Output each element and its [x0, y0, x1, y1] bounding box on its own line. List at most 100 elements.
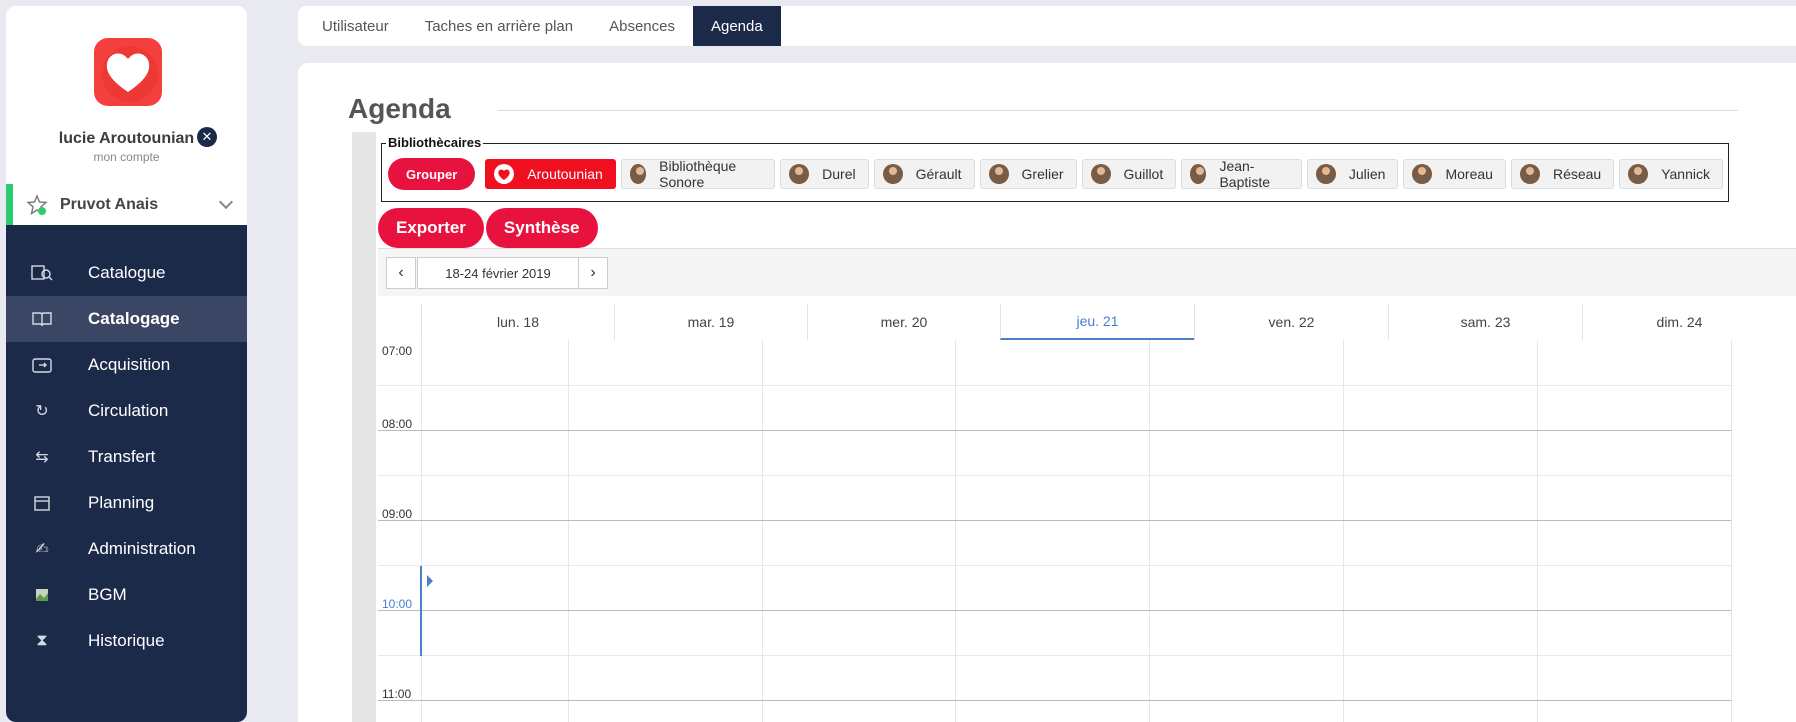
tab-agenda[interactable]: Agenda [692, 6, 781, 46]
avatar [494, 164, 515, 184]
librarian-name: Moreau [1445, 166, 1493, 182]
day-column-line [762, 340, 763, 722]
avatar [882, 164, 903, 184]
calendar-toolbar: ‹ 18-24 février 2019 › [378, 248, 1796, 296]
current-time-arrow-icon [427, 575, 433, 587]
tab-utilisateur[interactable]: Utilisateur [304, 6, 407, 46]
day-header[interactable]: mar. 19 [614, 304, 807, 340]
librarian-chip[interactable]: Durel [780, 159, 869, 189]
librarian-name: Grelier [1021, 166, 1064, 182]
day-header[interactable]: lun. 18 [421, 304, 614, 340]
librarian-chip[interactable]: Réseau [1510, 159, 1615, 189]
hour-line [378, 520, 1731, 521]
librarian-chip[interactable]: Gérault [873, 159, 975, 189]
hour-line [378, 700, 1731, 701]
avatar [1190, 164, 1207, 184]
main-panel: Agenda Bibliothècaires Grouper Aroutouni… [298, 63, 1796, 722]
sidebar-item-historique[interactable]: ⧗ Historique [6, 618, 247, 664]
avatar [1315, 164, 1336, 184]
day-column-line [568, 340, 569, 722]
sidebar-header: lucie Aroutounian ✕ mon compte Pruvot An… [6, 6, 247, 225]
calendar: ‹ 18-24 février 2019 › lun. 18 mar. 19 m… [378, 248, 1796, 722]
top-tabs: Utilisateur Taches en arrière plan Absen… [298, 6, 1796, 46]
sidebar-item-label: Catalogue [88, 263, 166, 282]
day-header[interactable]: dim. 24 [1582, 304, 1776, 340]
chevron-down-icon[interactable] [218, 194, 234, 210]
export-button[interactable]: Exporter [378, 208, 484, 248]
librarian-name: Yannick [1661, 166, 1710, 182]
librarian-chip[interactable]: Yannick [1619, 159, 1723, 189]
day-column-line [1343, 340, 1344, 722]
catalog-search-icon [31, 262, 53, 284]
librarian-chip[interactable]: Moreau [1403, 159, 1506, 189]
hour-line [378, 610, 1731, 611]
sidebar-item-label: Planning [88, 493, 155, 512]
heart-logo-icon [94, 38, 162, 106]
sidebar-item-catalogue[interactable]: Catalogue [6, 250, 247, 296]
action-buttons: Exporter Synthèse [378, 208, 600, 248]
day-header[interactable]: sam. 23 [1388, 304, 1582, 340]
librarian-chip[interactable]: Bibliothèque Sonore [620, 158, 776, 190]
calendar-day-headers: lun. 18 mar. 19 mer. 20 jeu. 21 ven. 22 … [378, 296, 1796, 340]
day-header-today[interactable]: jeu. 21 [1000, 304, 1194, 340]
avatar [1628, 164, 1649, 184]
time-label: 11:00 [382, 687, 412, 701]
librarian-chip[interactable]: Aroutounian [485, 159, 616, 189]
librarians-legend: Bibliothècaires [386, 135, 484, 150]
day-header[interactable]: mer. 20 [807, 304, 1000, 340]
librarian-name: Gérault [915, 166, 962, 182]
hour-line [378, 430, 1731, 431]
tab-absences[interactable]: Absences [591, 6, 693, 46]
sidebar-item-acquisition[interactable]: Acquisition [6, 342, 247, 388]
sidebar-item-label: Circulation [88, 401, 169, 420]
sidebar-item-label: Historique [88, 631, 165, 650]
next-week-button[interactable]: › [578, 257, 608, 289]
librarian-chip[interactable]: Julien [1306, 159, 1399, 189]
calendar-icon [31, 492, 53, 514]
librarian-name: Durel [822, 166, 856, 182]
librarian-name: Bibliothèque Sonore [659, 158, 737, 190]
librarian-chip[interactable]: Grelier [979, 159, 1077, 189]
avatar [988, 164, 1009, 184]
time-label: 07:00 [382, 344, 413, 358]
tab-background-tasks[interactable]: Taches en arrière plan [407, 6, 591, 46]
close-icon[interactable]: ✕ [197, 127, 217, 147]
calendar-grid[interactable]: 07:00 08:00 09:00 10:00 11:00 [378, 340, 1796, 722]
avatar [1519, 164, 1540, 184]
my-account-link[interactable]: mon compte [6, 150, 247, 164]
hourglass-icon: ⧗ [36, 632, 48, 649]
group-button[interactable]: Grouper [388, 158, 476, 190]
synthesis-button[interactable]: Synthèse [485, 208, 598, 248]
librarian-name: Réseau [1552, 166, 1602, 182]
sidebar-item-catalogage[interactable]: Catalogage [6, 296, 247, 342]
avatar [1090, 164, 1111, 184]
sidebar-item-administration[interactable]: ✍ Administration [6, 526, 247, 572]
day-column-line [1731, 340, 1732, 722]
avatar [629, 164, 647, 184]
profile-selector[interactable]: Pruvot Anais [6, 184, 247, 225]
sidebar-item-bgm[interactable]: BGM [6, 572, 247, 618]
left-gutter [352, 132, 376, 722]
sidebar-item-transfert[interactable]: ⇆ Transfert [6, 434, 247, 480]
avatar [1412, 164, 1433, 184]
day-column-line [421, 340, 422, 722]
title-divider [498, 110, 1738, 111]
pen-signature-icon: ✍ [35, 541, 49, 558]
star-icon [26, 193, 48, 215]
time-label-current: 10:00 [382, 597, 413, 611]
time-label: 08:00 [382, 417, 413, 431]
librarian-chip[interactable]: Jean-Baptiste [1181, 158, 1302, 190]
transfer-arrows-icon: ⇆ [35, 449, 49, 466]
sidebar-item-planning[interactable]: Planning [6, 480, 247, 526]
librarians-fieldset: Bibliothècaires Grouper Aroutounian Bibl… [381, 135, 1729, 202]
day-header[interactable]: ven. 22 [1194, 304, 1388, 340]
librarian-chips: Grouper Aroutounian Bibliothèque Sonore … [388, 158, 1728, 190]
profile-name: Pruvot Anais [60, 195, 159, 213]
librarian-chip[interactable]: Guillot [1081, 159, 1177, 189]
librarian-name: Jean-Baptiste [1219, 158, 1271, 190]
broken-image-icon [31, 584, 53, 606]
time-label: 09:00 [382, 507, 413, 521]
prev-week-button[interactable]: ‹ [386, 257, 416, 289]
sidebar-item-circulation[interactable]: ↻ Circulation [6, 388, 247, 434]
librarian-name: Aroutounian [527, 166, 603, 182]
